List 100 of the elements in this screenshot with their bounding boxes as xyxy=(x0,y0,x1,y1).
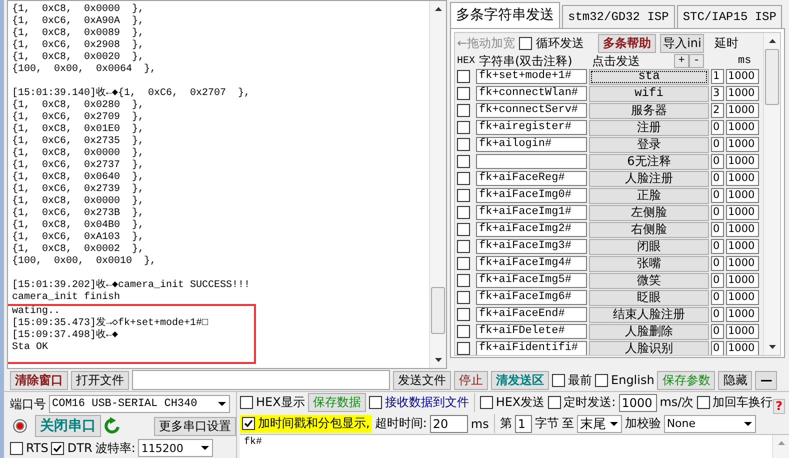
command-field[interactable]: fk+aiFaceEnd# xyxy=(476,307,587,322)
send-button[interactable]: 右侧脸 xyxy=(589,222,709,238)
more-settings-button[interactable]: 更多串口设置 xyxy=(154,416,236,436)
delay-field[interactable]: 1000 xyxy=(726,307,759,322)
clear-button[interactable]: 清除窗口 xyxy=(10,370,68,390)
send-file-button[interactable]: 发送文件 xyxy=(393,370,451,390)
tab[interactable]: STC/IAP15 ISP xyxy=(676,5,782,28)
checkbox[interactable] xyxy=(10,442,23,454)
send-button[interactable]: 6无注释 xyxy=(589,154,709,170)
clear-send-button[interactable]: 清发送区 xyxy=(491,370,549,390)
delay-field[interactable]: 1000 xyxy=(726,137,759,152)
order-field[interactable]: 0 xyxy=(711,120,724,135)
timeout-field[interactable]: 20 xyxy=(430,414,468,432)
command-field[interactable]: fk+aiFaceImg0# xyxy=(476,188,587,203)
order-field[interactable]: 0 xyxy=(711,154,724,169)
command-field[interactable]: fk+set+mode+1# xyxy=(476,69,587,84)
checkbox[interactable] xyxy=(457,325,470,338)
start-byte-field[interactable]: 1 xyxy=(514,414,532,432)
command-field[interactable]: fk+aiFaceImg3# xyxy=(476,239,587,254)
delay-field[interactable]: 1000 xyxy=(726,103,759,118)
checkbox[interactable] xyxy=(242,417,255,430)
checkbox[interactable] xyxy=(457,70,470,83)
delay-field[interactable]: 1000 xyxy=(726,256,759,271)
checkbox[interactable] xyxy=(368,396,382,409)
delay-field[interactable]: 1000 xyxy=(726,222,759,237)
stop-button[interactable]: 停止 xyxy=(454,370,488,390)
send-button[interactable]: 眨眼 xyxy=(589,290,709,306)
checkbox[interactable] xyxy=(457,206,470,219)
dropdown[interactable]: None xyxy=(664,414,756,432)
order-field[interactable]: 0 xyxy=(711,239,724,254)
command-field[interactable]: fk+aiFaceImg6# xyxy=(476,290,587,305)
add-button[interactable]: + xyxy=(674,54,689,68)
tab[interactable]: stm32/GD32 ISP xyxy=(562,5,675,28)
remove-button[interactable]: - xyxy=(689,54,704,68)
delay-field[interactable]: 1000 xyxy=(726,188,759,203)
delay-field[interactable]: 1000 xyxy=(726,154,759,169)
command-field[interactable]: fk+aiFaceImg2# xyxy=(476,222,587,237)
dropdown[interactable]: 115200 xyxy=(138,439,214,457)
dropdown[interactable]: COM16 USB-SERIAL CH340 xyxy=(49,395,230,413)
command-field[interactable]: fk+connectServ# xyxy=(476,103,587,118)
order-field[interactable]: 2 xyxy=(711,103,724,118)
order-field[interactable]: 0 xyxy=(711,205,724,220)
send-button[interactable]: wifi xyxy=(589,86,709,102)
hide-button[interactable]: 隐藏 xyxy=(718,370,752,390)
command-field[interactable]: fk+aiFaceReg# xyxy=(476,171,587,186)
checkbox[interactable] xyxy=(457,274,470,287)
order-field[interactable]: 0 xyxy=(711,324,724,339)
checkbox[interactable] xyxy=(480,396,493,409)
checkbox[interactable] xyxy=(457,342,470,355)
send-button[interactable]: 人脸删除 xyxy=(589,324,709,340)
send-button[interactable]: 注册 xyxy=(589,120,709,136)
order-field[interactable]: 0 xyxy=(711,188,724,203)
command-field[interactable]: fk+aiFaceImg5# xyxy=(476,273,587,288)
command-field[interactable]: fk+aiFaceImg1# xyxy=(476,205,587,220)
order-field[interactable]: 1 xyxy=(711,69,724,84)
delay-field[interactable]: 1000 xyxy=(726,341,759,355)
command-field[interactable]: fk+aiFidentifi# xyxy=(476,341,587,355)
send-button[interactable]: 人脸注册 xyxy=(589,170,709,186)
scrollbar[interactable] xyxy=(772,435,789,458)
send-button[interactable]: 正脸 xyxy=(589,188,709,204)
order-field[interactable]: 0 xyxy=(711,341,724,355)
delay-field[interactable]: 1000 xyxy=(726,273,759,288)
command-field[interactable]: fk+aiFDelete# xyxy=(476,324,587,339)
checkbox[interactable] xyxy=(696,396,710,409)
checkbox[interactable] xyxy=(457,121,470,134)
checkbox[interactable] xyxy=(457,291,470,304)
import-button[interactable]: 导入ini xyxy=(660,34,704,53)
order-field[interactable]: 0 xyxy=(711,290,724,305)
help-button[interactable]: 多条帮助 xyxy=(598,34,656,53)
command-field[interactable] xyxy=(476,154,587,169)
checkbox[interactable] xyxy=(457,257,470,270)
checkbox[interactable] xyxy=(548,396,561,409)
minimize-button[interactable]: — xyxy=(755,370,778,390)
open-file-button[interactable]: 打开文件 xyxy=(71,370,129,390)
order-field[interactable]: 0 xyxy=(711,273,724,288)
checkbox[interactable] xyxy=(457,240,470,253)
command-field[interactable]: fk+aiFaceImg4# xyxy=(476,256,587,271)
checkbox[interactable] xyxy=(457,223,470,236)
scrollbar[interactable] xyxy=(429,1,446,368)
interval-field[interactable]: 1000 xyxy=(618,394,657,412)
delay-field[interactable]: 1000 xyxy=(726,239,759,254)
checkbox[interactable] xyxy=(552,374,565,386)
checkbox[interactable] xyxy=(240,396,253,409)
command-field[interactable]: fk+connectWlan# xyxy=(476,86,587,101)
send-button[interactable]: 张嘴 xyxy=(589,256,709,272)
order-field[interactable]: 0 xyxy=(711,307,724,322)
checkbox[interactable] xyxy=(457,308,470,321)
delay-field[interactable]: 1000 xyxy=(726,171,759,186)
command-field[interactable]: fk+ailogin# xyxy=(476,137,587,152)
delay-field[interactable]: 1000 xyxy=(726,69,759,84)
send-button[interactable]: sta xyxy=(589,68,709,84)
send-button[interactable]: 结束人脸注册 xyxy=(589,306,709,322)
send-button[interactable]: 人脸识别 xyxy=(589,340,709,355)
delay-field[interactable]: 1000 xyxy=(726,205,759,220)
send-button[interactable]: 服务器 xyxy=(589,102,709,118)
send-button[interactable]: 左侧脸 xyxy=(589,204,709,220)
order-field[interactable]: 0 xyxy=(711,256,724,271)
tab[interactable]: 多条字符串发送 xyxy=(450,2,560,28)
delay-field[interactable]: 1000 xyxy=(726,324,759,339)
close-port-button[interactable]: 关闭串口 xyxy=(35,415,101,437)
